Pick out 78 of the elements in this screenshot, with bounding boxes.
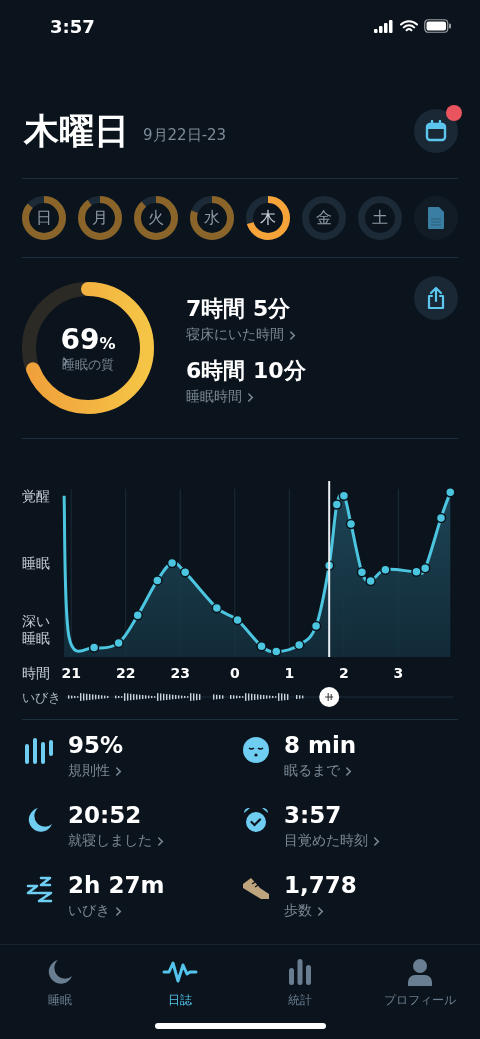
day-title: 木曜日 xyxy=(24,109,129,153)
axis-label: 深い睡眠 xyxy=(22,613,50,647)
moon-icon xyxy=(46,958,74,986)
quality-value: 69 xyxy=(60,322,100,356)
metric-link[interactable]: 眠るまで xyxy=(284,762,357,780)
tab-button[interactable]: 睡眠 xyxy=(0,945,120,1039)
day-ring-button[interactable]: 金 xyxy=(302,196,346,240)
tick-label: 21 xyxy=(61,665,81,681)
bars-icon xyxy=(24,736,56,764)
wave-icon xyxy=(162,959,198,985)
axis-label: 覚醒 xyxy=(22,487,50,504)
day-ring-button[interactable]: 日 xyxy=(22,196,66,240)
chevron-icon xyxy=(157,835,164,847)
axis-label: 睡眠 xyxy=(22,554,50,571)
tab-button[interactable]: 統計 xyxy=(240,945,360,1039)
tab-button[interactable]: プロフィール xyxy=(360,945,480,1039)
chevron-icon xyxy=(115,905,122,917)
tick-label: 23 xyxy=(170,665,190,681)
wifi-icon xyxy=(400,19,418,33)
progress-ring xyxy=(22,196,66,240)
tick-label: 3 xyxy=(393,665,404,681)
battery-icon xyxy=(424,19,452,33)
chevron-icon xyxy=(289,329,296,341)
metric-value: 8 min xyxy=(284,732,357,758)
quality-link[interactable]: 睡眠の質 xyxy=(62,355,114,374)
metric-value: 1,778 xyxy=(284,872,357,898)
progress-ring xyxy=(78,196,122,240)
chevron-icon xyxy=(247,391,254,403)
tick-label: 2 xyxy=(339,665,349,681)
tick-label: 0 xyxy=(229,665,240,681)
metric-link[interactable]: 規則性 xyxy=(68,762,124,780)
status-time: 3:57 xyxy=(50,15,95,37)
duration-link[interactable]: 睡眠時間 xyxy=(186,388,382,406)
day-ring-button[interactable]: 水 xyxy=(190,196,234,240)
duration-link[interactable]: 寝床にいた時間 xyxy=(186,326,382,344)
bar-chart-icon xyxy=(287,958,313,986)
metric-link[interactable]: 就寝しました xyxy=(68,832,164,850)
alarm-clock-icon xyxy=(242,806,270,834)
zzz-icon xyxy=(25,876,55,904)
tab-button[interactable]: 日誌 xyxy=(120,945,240,1039)
duration-value: 6時間 10分 xyxy=(186,357,307,385)
metric-value: 95% xyxy=(68,732,124,758)
document-button[interactable] xyxy=(414,196,458,240)
calendar-icon xyxy=(425,120,447,142)
progress-ring xyxy=(134,196,178,240)
chevron-icon xyxy=(115,765,122,777)
progress-ring xyxy=(358,196,402,240)
sleeping-face-icon xyxy=(242,736,270,764)
chevron-icon xyxy=(373,835,380,847)
progress-ring xyxy=(302,196,346,240)
metric-value: 2h 27m xyxy=(68,872,165,898)
share-button[interactable] xyxy=(414,276,458,320)
document-icon xyxy=(427,206,445,230)
chevron-icon xyxy=(317,905,324,917)
person-icon xyxy=(407,958,433,986)
signal-icon xyxy=(374,19,394,33)
tick-label: 1 xyxy=(284,665,295,681)
chevron-icon xyxy=(345,765,352,777)
share-icon xyxy=(425,286,447,310)
metric-link[interactable]: 歩数 xyxy=(284,902,357,920)
metric-link[interactable]: 目覚めた時刻 xyxy=(284,832,380,850)
day-ring-button[interactable]: 土 xyxy=(358,196,402,240)
day-ring-button[interactable]: 月 xyxy=(78,196,122,240)
percent-unit: % xyxy=(99,333,116,353)
moon-icon xyxy=(26,806,54,834)
date-range: 9月22日-23 xyxy=(143,125,228,145)
tick-label: 22 xyxy=(116,665,136,681)
day-ring-button[interactable]: 木 xyxy=(246,196,290,240)
metric-value: 20:52 xyxy=(68,802,143,828)
metric-value: 3:57 xyxy=(284,802,343,828)
axis-title: 時間 xyxy=(22,665,50,681)
playhead-handle[interactable] xyxy=(319,481,340,707)
duration-value: 7時間 5分 xyxy=(186,295,292,323)
day-ring-button[interactable]: 火 xyxy=(134,196,178,240)
progress-ring xyxy=(246,196,290,240)
metric-link[interactable]: いびき xyxy=(68,902,165,920)
progress-ring xyxy=(190,196,234,240)
snore-label: いびき xyxy=(22,690,61,705)
